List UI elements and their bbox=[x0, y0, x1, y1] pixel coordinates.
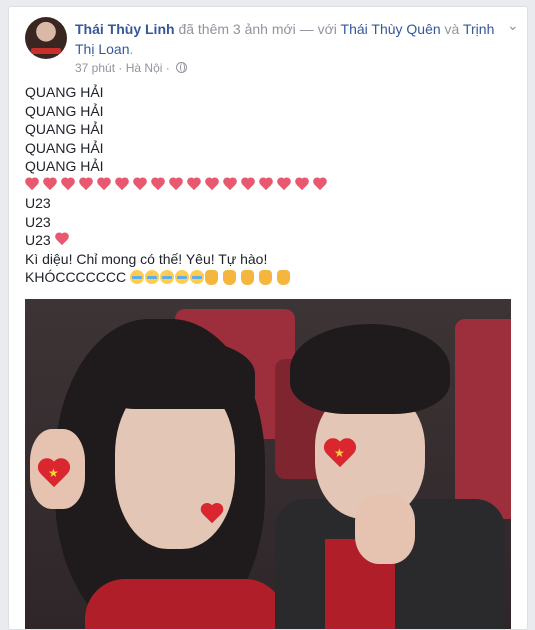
hearts-row bbox=[25, 176, 505, 195]
crying-face-icon bbox=[190, 270, 205, 284]
text-line: QUANG HẢI bbox=[25, 84, 104, 100]
heart-icon bbox=[187, 178, 201, 192]
post-action: đã thêm 3 ảnh mới bbox=[178, 21, 296, 37]
text-line: QUANG HẢI bbox=[25, 102, 104, 119]
heart-icon bbox=[241, 178, 255, 192]
post-text: QUANG HẢI QUANG HẢI QUANG HẢI QUANG HẢI … bbox=[25, 83, 505, 287]
tagged-person-1[interactable]: Thái Thùy Quên bbox=[341, 21, 441, 37]
fist-icon bbox=[223, 270, 237, 285]
post-photo[interactable]: ★ ★ bbox=[25, 299, 511, 629]
heart-icon bbox=[43, 178, 57, 192]
u23-line-heart: U23 bbox=[25, 231, 505, 250]
with-separator: — với bbox=[299, 21, 337, 37]
wonder-line: Kì diệu! Chỉ mong có thế! Yêu! Tự hào! bbox=[25, 250, 268, 267]
cheek-flag-heart-icon: ★ bbox=[323, 439, 357, 469]
heart-icon bbox=[151, 178, 165, 192]
heart-icon bbox=[259, 178, 273, 192]
author-name[interactable]: Thái Thùy Linh bbox=[75, 21, 175, 37]
location[interactable]: Hà Nội bbox=[126, 61, 163, 75]
avatar[interactable] bbox=[25, 17, 67, 59]
heart-icon bbox=[223, 178, 237, 192]
globe-icon[interactable] bbox=[176, 62, 188, 73]
fist-icon bbox=[259, 270, 273, 285]
u23-line: U23 bbox=[25, 213, 51, 230]
crying-face-icon bbox=[145, 270, 160, 284]
heart-icon bbox=[61, 178, 75, 192]
crying-face-icon bbox=[130, 270, 145, 284]
fist-icon bbox=[277, 270, 291, 285]
heart-icon bbox=[133, 178, 147, 192]
text-line: QUANG HẢI bbox=[25, 158, 104, 174]
heart-icon bbox=[25, 178, 39, 192]
heart-icon bbox=[55, 233, 69, 247]
text-line: QUANG HẢI bbox=[25, 139, 104, 156]
flag-heart-icon: ★ bbox=[37, 459, 71, 489]
chevron-down-icon[interactable]: ⌄ bbox=[507, 17, 519, 33]
heart-icon bbox=[79, 178, 93, 192]
heart-icon bbox=[205, 178, 219, 192]
fist-icon bbox=[205, 270, 219, 285]
crying-face-icon bbox=[175, 270, 190, 284]
post-card: Thái Thùy Linh đã thêm 3 ảnh mới — với T… bbox=[8, 6, 528, 630]
cry-line: KHÓCCCCCCC bbox=[25, 268, 505, 287]
post-meta: 37 phút · Hà Nội · bbox=[75, 61, 188, 75]
crying-face-icon bbox=[160, 270, 175, 284]
and-word: và bbox=[444, 21, 460, 37]
fist-icon bbox=[241, 270, 255, 285]
heart-icon bbox=[277, 178, 291, 192]
heart-icon bbox=[169, 178, 183, 192]
heart-icon bbox=[313, 178, 327, 192]
text-line: QUANG HẢI bbox=[25, 121, 104, 137]
heart-icon bbox=[97, 178, 111, 192]
u23-line: U23 bbox=[25, 195, 51, 211]
heart-icon bbox=[295, 178, 309, 192]
post-header: Thái Thùy Linh đã thêm 3 ảnh mới — với T… bbox=[75, 21, 495, 57]
timestamp[interactable]: 37 phút bbox=[75, 61, 115, 75]
heart-icon bbox=[115, 178, 129, 192]
